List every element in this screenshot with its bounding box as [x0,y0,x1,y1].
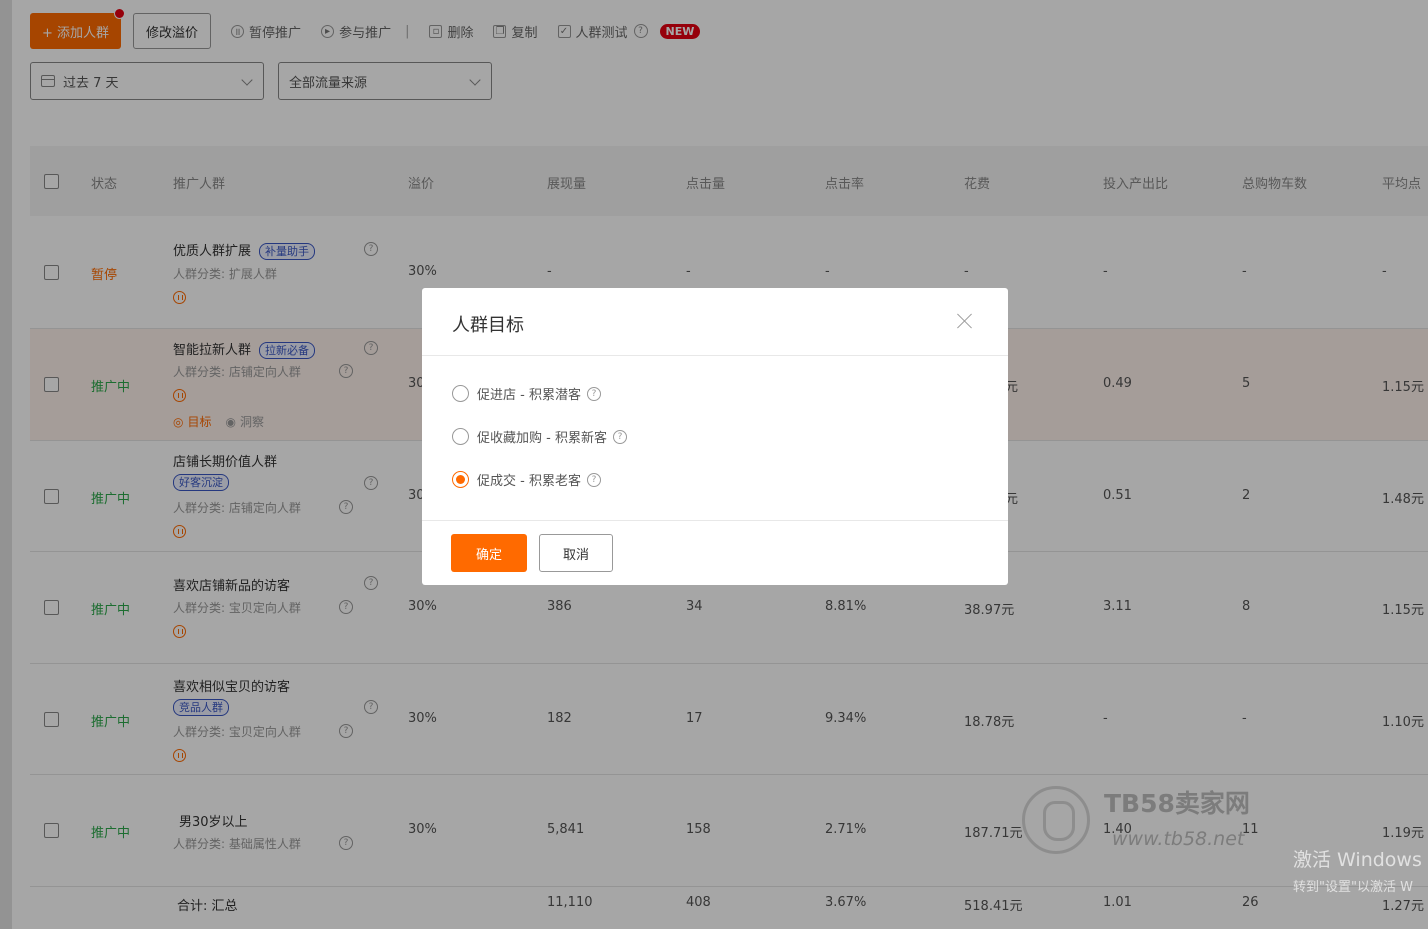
option-label: 促收藏加购 - 积累新客 [477,431,607,446]
watermark-url: www.tb58.net [1112,828,1245,850]
radio-button-selected[interactable] [452,471,469,488]
windows-activation-notice: 激活 Windows 转到"设置"以激活 W [1293,845,1422,895]
target-option-collect[interactable]: 促收藏加购 - 积累新客 ? [452,427,627,446]
help-icon[interactable]: ? [586,386,601,401]
target-option-deal[interactable]: 促成交 - 积累老客 ? [452,470,601,489]
help-icon[interactable]: ? [612,429,627,444]
radio-button[interactable] [452,385,469,402]
activation-subtitle: 转到"设置"以激活 W [1293,880,1413,895]
confirm-button[interactable]: 确定 [451,534,527,572]
option-label: 促成交 - 积累老客 [477,474,581,489]
close-icon[interactable] [956,312,974,330]
activation-title: 激活 Windows [1293,849,1422,871]
radio-button[interactable] [452,428,469,445]
watermark-brand: TB58卖家网 [1104,789,1250,818]
option-label: 促进店 - 积累潜客 [477,388,581,403]
help-icon[interactable]: ? [586,472,601,487]
hand-logo-icon [1022,786,1090,854]
cancel-button[interactable]: 取消 [539,534,613,572]
dialog-footer: 确定 取消 [422,521,1008,584]
watermark: TB58卖家网 www.tb58.net [1022,782,1262,854]
crowd-target-dialog: 人群目标 促进店 - 积累潜客 ? 促收藏加购 - 积累新客 ? 促成交 - 积… [422,288,1250,854]
dialog-title: 人群目标 [452,315,524,336]
target-option-store[interactable]: 促进店 - 积累潜客 ? [452,384,601,403]
dialog-body: 促进店 - 积累潜客 ? 促收藏加购 - 积累新客 ? 促成交 - 积累老客 ?… [422,356,1250,854]
dialog-header: 人群目标 [422,288,1008,356]
